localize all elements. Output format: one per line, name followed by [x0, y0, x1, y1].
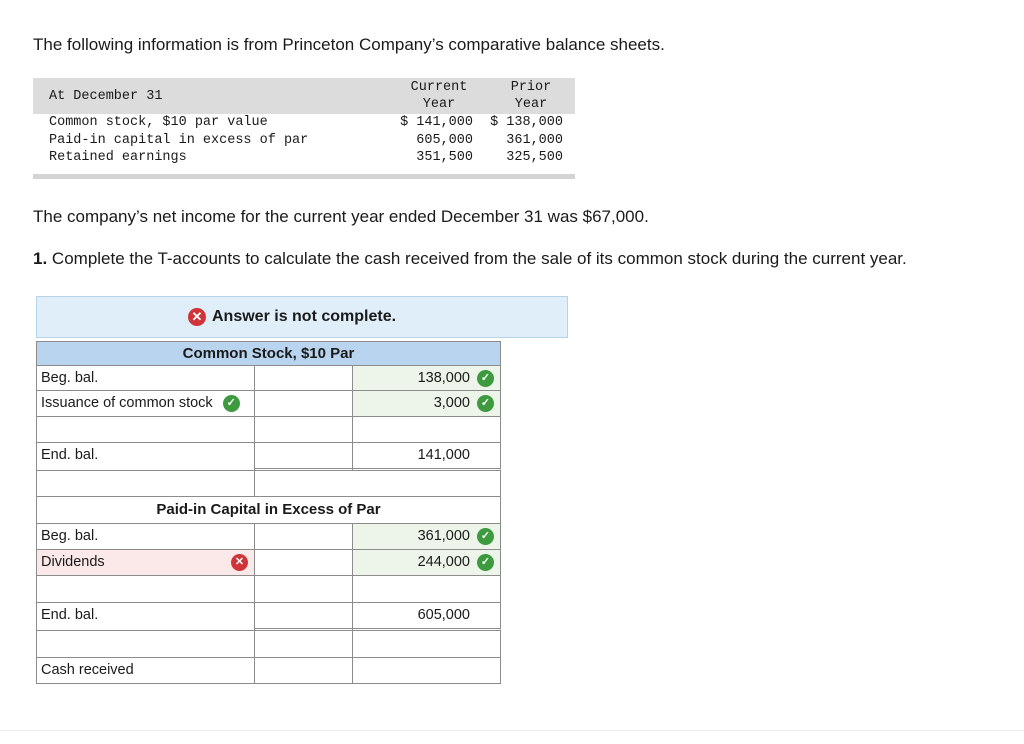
cs-issuance-label[interactable]: Issuance of common stock ✓ [36, 390, 255, 417]
cs-debit-beg-input[interactable] [254, 365, 353, 391]
banner-message: Answer is not complete. [212, 308, 397, 325]
cash-received-label: Cash received [36, 657, 255, 684]
question-1: 1. Complete the T-accounts to calculate … [33, 249, 907, 269]
pic-debit-dividends-input[interactable] [254, 549, 353, 576]
row-label-paid-in: Paid-in capital in excess of par [49, 133, 309, 148]
cash-received-credit-input[interactable] [352, 657, 501, 684]
row-label-common-stock: Common stock, $10 par value [49, 115, 268, 130]
feedback-banner: ✕ Answer is not complete. [36, 296, 568, 338]
cs-end-label: End. bal. [36, 442, 255, 471]
cs-blank-credit-input[interactable] [352, 416, 501, 443]
retained-current: 351,500 [416, 150, 473, 165]
row-label-retained: Retained earnings [49, 150, 187, 165]
cs-end-debit[interactable] [254, 442, 353, 471]
paid-in-current: 605,000 [416, 133, 473, 148]
cs-blank-label-input[interactable] [36, 416, 255, 443]
t-accounts: Common Stock, $10 Par Beg. bal. 138,000 … [36, 341, 501, 684]
col-current-year: Current Year [410, 80, 468, 112]
pic-blank-credit-input[interactable] [352, 575, 501, 603]
net-income-text: The company’s net income for the current… [33, 207, 649, 226]
check-icon: ✓ [477, 554, 494, 571]
pic-beg-amount[interactable]: 361,000 ✓ [352, 523, 501, 550]
retained-prior: 325,500 [506, 150, 563, 165]
cs-blank-debit-input[interactable] [254, 416, 353, 443]
cash-spacer-debit[interactable] [254, 630, 353, 658]
question-number: 1. [33, 249, 48, 268]
check-icon: ✓ [477, 528, 494, 545]
pic-end-label: End. bal. [36, 602, 255, 631]
pic-blank-label-input[interactable] [36, 575, 255, 603]
col-prior-year: Prior Year [510, 80, 552, 112]
balance-sheet-table: At December 31 Current Year Prior Year C… [33, 78, 575, 180]
error-icon: ✕ [231, 554, 248, 571]
cs-issuance-amount[interactable]: 3,000 ✓ [352, 390, 501, 417]
pic-debit-beg-input[interactable] [254, 523, 353, 550]
cash-received-debit-input[interactable] [254, 657, 353, 684]
question-text: Complete the T-accounts to calculate the… [51, 249, 907, 268]
pic-end-amount: 605,000 [352, 602, 501, 631]
pic-dividends-label[interactable]: Dividends ✕ [36, 549, 255, 576]
pic-beg-label[interactable]: Beg. bal. [36, 523, 255, 550]
check-icon: ✓ [222, 394, 240, 412]
t-account-title-paid-in: Paid-in Capital in Excess of Par [36, 496, 501, 524]
intro-text: The following information is from Prince… [33, 35, 665, 54]
pic-dividends-amount[interactable]: 244,000 ✓ [352, 549, 501, 576]
error-icon: ✕ [188, 308, 206, 326]
pic-end-debit[interactable] [254, 602, 353, 631]
cs-beg-label[interactable]: Beg. bal. [36, 365, 255, 391]
pic-blank-debit-input[interactable] [254, 575, 353, 603]
paid-in-prior: 361,000 [506, 133, 563, 148]
t-account-title-common-stock: Common Stock, $10 Par [36, 341, 501, 366]
cs-beg-amount[interactable]: 138,000 ✓ [352, 365, 501, 391]
header-at-december: At December 31 [49, 89, 163, 104]
cash-spacer-credit[interactable] [352, 630, 501, 658]
check-icon: ✓ [477, 370, 494, 387]
check-icon: ✓ [477, 395, 494, 412]
cs-debit-issuance-input[interactable] [254, 390, 353, 417]
cs-end-amount: 141,000 [352, 442, 501, 471]
common-stock-current: $ 141,000 [400, 115, 473, 130]
common-stock-prior: $ 138,000 [490, 115, 563, 130]
